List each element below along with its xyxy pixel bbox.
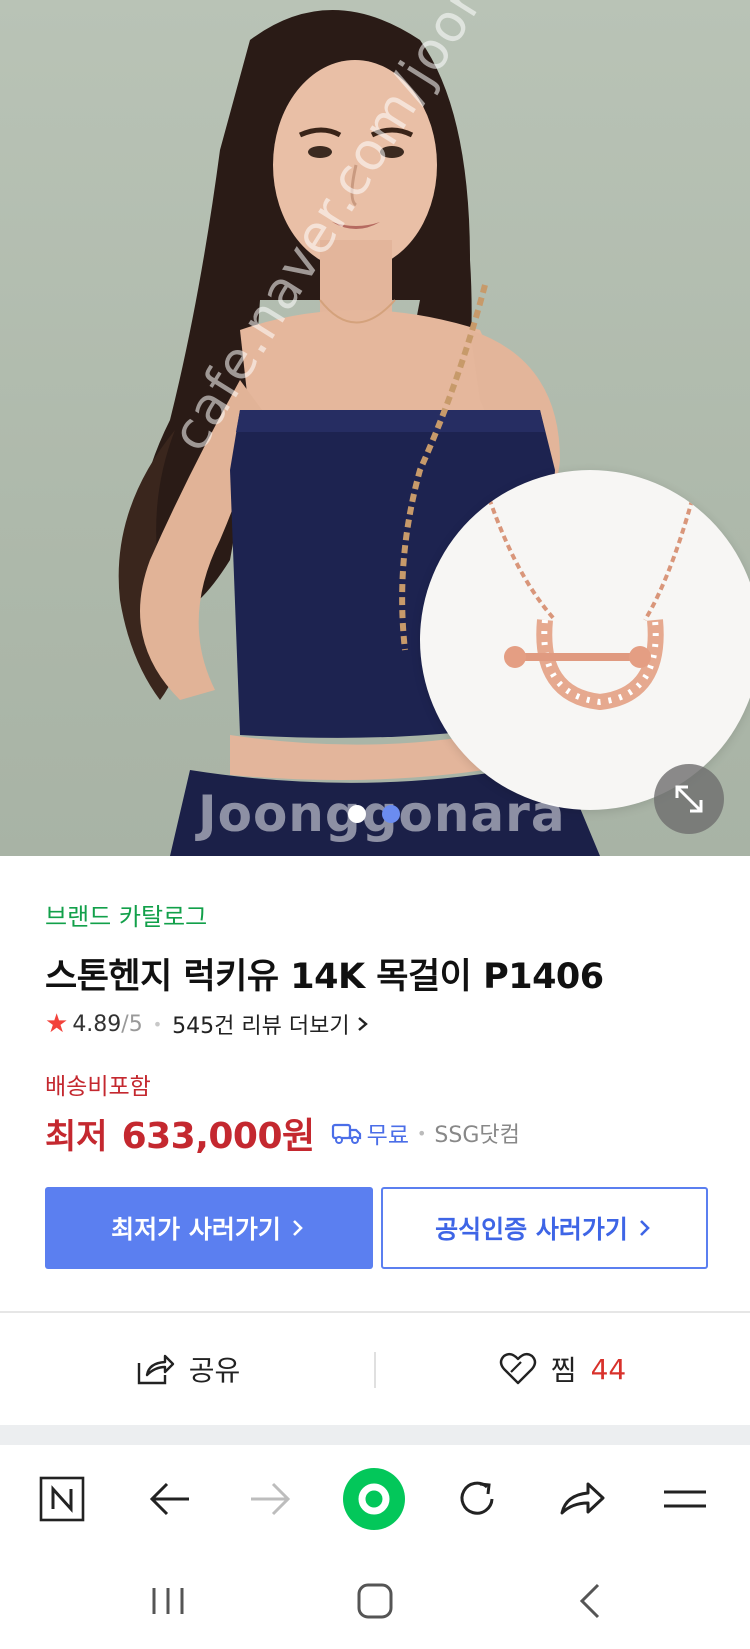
product-info: 브랜드 카탈로그 스톤헨지 럭키유 14K 목걸이 P1406 ★ 4.89 /…: [45, 900, 715, 1157]
system-back-button[interactable]: [560, 1553, 620, 1649]
green-dot-button[interactable]: [339, 1445, 409, 1553]
naver-n-icon: [39, 1476, 85, 1522]
separator-dot: •: [152, 1014, 163, 1034]
delivery-info: 무료 • SSG닷컴: [331, 1116, 520, 1150]
lowest-price-buy-label: 최저가 사러가기: [111, 1215, 281, 1244]
product-title: 스톤헨지 럭키유 14K 목걸이 P1406: [45, 957, 604, 997]
gallery-pagination: [348, 805, 400, 823]
share-icon: [137, 1354, 174, 1385]
home-button[interactable]: [345, 1553, 405, 1649]
pagination-dot-active[interactable]: [382, 805, 400, 823]
expand-icon: [675, 785, 703, 813]
seller-name: SSG닷컴: [434, 1123, 520, 1148]
reviews-link[interactable]: 545건 리뷰 더보기: [172, 1008, 349, 1040]
official-buy-button[interactable]: 공식인증 사러가기: [381, 1187, 708, 1269]
green-dot-icon: [343, 1468, 405, 1530]
star-icon: ★: [45, 1009, 69, 1039]
official-buy-label: 공식인증 사러가기: [435, 1215, 628, 1244]
rating-max: /5: [121, 1011, 143, 1037]
lowest-price: 633,000원: [121, 1116, 316, 1157]
share-button[interactable]: 공유: [0, 1349, 375, 1389]
rating-score: 4.89: [72, 1011, 122, 1037]
like-count: 44: [590, 1352, 627, 1386]
recent-apps-icon: [152, 1588, 184, 1614]
arrow-left-icon: [149, 1482, 189, 1516]
share-label: 공유: [188, 1354, 241, 1387]
home-icon: [357, 1583, 393, 1619]
price-row: 최저 633,000원 무료 • SSG닷컴: [45, 1107, 520, 1159]
menu-icon: [664, 1490, 706, 1508]
lowest-price-buy-button[interactable]: 최저가 사러가기: [45, 1187, 373, 1269]
like-label: 찜: [550, 1354, 577, 1387]
like-button[interactable]: 찜 44: [375, 1349, 750, 1389]
section-gap: [0, 1425, 750, 1445]
chevron-right-icon: [639, 1220, 650, 1236]
necklace-detail-inset: [420, 470, 750, 810]
back-chevron-icon: [579, 1583, 600, 1619]
pagination-dot[interactable]: [348, 805, 366, 823]
naver-home-button[interactable]: [32, 1445, 92, 1553]
back-button[interactable]: [140, 1445, 200, 1553]
heart-icon: [499, 1352, 536, 1385]
product-image-gallery[interactable]: cafe.naver.com/joonggonara Joonggonara: [0, 0, 750, 856]
browser-toolbar: [0, 1445, 750, 1553]
delivery-fee: 무료: [366, 1123, 409, 1149]
truck-icon: [331, 1123, 361, 1144]
expand-image-button[interactable]: [654, 764, 724, 834]
chevron-right-icon: [292, 1220, 303, 1236]
brand-catalog-link[interactable]: 브랜드 카탈로그: [45, 900, 715, 934]
arrow-right-icon: [251, 1482, 291, 1516]
recent-apps-button[interactable]: [138, 1553, 198, 1649]
share-page-button[interactable]: [552, 1445, 612, 1553]
chevron-right-icon: [357, 1017, 368, 1031]
necklace-icon: [478, 470, 702, 711]
forward-button[interactable]: [240, 1445, 300, 1553]
price-label: 최저: [45, 1116, 108, 1157]
action-separator: [374, 1352, 376, 1388]
rating-row: ★ 4.89 /5 • 545건 리뷰 더보기: [45, 1008, 372, 1040]
refresh-button[interactable]: [447, 1445, 507, 1553]
system-navigation-bar: [0, 1553, 750, 1649]
menu-button[interactable]: [655, 1445, 715, 1553]
refresh-icon: [460, 1481, 494, 1515]
share-arrow-icon: [560, 1482, 605, 1515]
separator-dot: •: [416, 1123, 427, 1143]
shipping-note: 배송비포함: [45, 1074, 151, 1100]
